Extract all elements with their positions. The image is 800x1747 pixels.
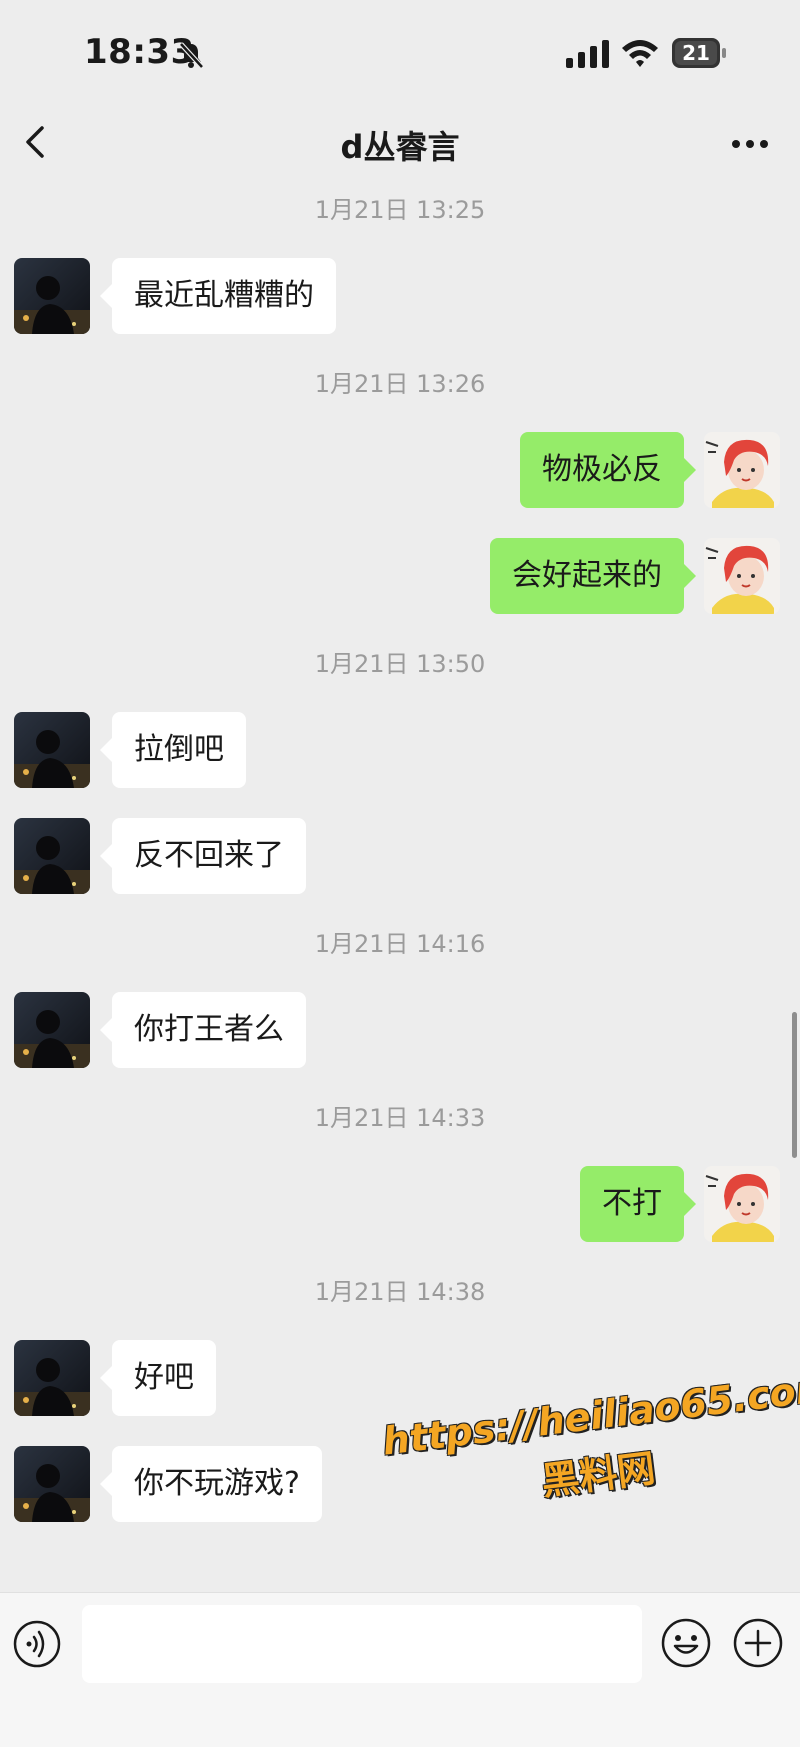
- battery-indicator: 21: [672, 38, 728, 68]
- battery-level: 21: [675, 41, 717, 65]
- incoming-message-bubble[interactable]: 你打王者么: [100, 992, 306, 1068]
- timestamp: 1月21日 14:33: [314, 1104, 486, 1132]
- my-avatar[interactable]: [704, 1166, 780, 1242]
- plus-icon[interactable]: [732, 1617, 784, 1669]
- cellular-signal-icon: [566, 40, 609, 68]
- chevron-left-icon[interactable]: [16, 118, 56, 166]
- timestamp: 1月21日 14:38: [314, 1278, 486, 1306]
- voice-icon[interactable]: [12, 1619, 62, 1669]
- outgoing-message-bubble[interactable]: 会好起来的: [490, 538, 696, 614]
- mute-bell-icon: [179, 42, 204, 69]
- incoming-message-bubble[interactable]: 拉倒吧: [100, 712, 246, 788]
- chat-title: d丛睿言: [340, 128, 460, 166]
- chat-scrollbar[interactable]: [792, 1012, 797, 1158]
- outgoing-message-bubble[interactable]: 物极必反: [520, 432, 696, 508]
- status-bar: 18:33 21: [0, 0, 800, 110]
- more-dots-icon[interactable]: [728, 126, 772, 162]
- timestamp: 1月21日 14:16: [314, 930, 486, 958]
- timestamp: 1月21日 13:26: [314, 370, 486, 398]
- watermark: https://heiliao65.com 黑料网: [380, 1365, 800, 1559]
- incoming-message-bubble[interactable]: 好吧: [100, 1340, 216, 1416]
- contact-avatar[interactable]: [14, 258, 90, 334]
- my-avatar[interactable]: [704, 538, 780, 614]
- contact-avatar[interactable]: [14, 1446, 90, 1522]
- incoming-message-bubble[interactable]: 反不回来了: [100, 818, 306, 894]
- outgoing-message-bubble[interactable]: 不打: [580, 1166, 696, 1242]
- message-input[interactable]: [82, 1605, 642, 1683]
- emoji-icon[interactable]: [660, 1617, 712, 1669]
- input-bar: [0, 1592, 800, 1747]
- incoming-message-bubble[interactable]: 最近乱糟糟的: [100, 258, 336, 334]
- chat-header: d丛睿言: [0, 104, 800, 180]
- contact-avatar[interactable]: [14, 992, 90, 1068]
- my-avatar[interactable]: [704, 432, 780, 508]
- incoming-message-bubble[interactable]: 你不玩游戏?: [100, 1446, 322, 1522]
- timestamp: 1月21日 13:25: [314, 196, 486, 224]
- contact-avatar[interactable]: [14, 818, 90, 894]
- contact-avatar[interactable]: [14, 1340, 90, 1416]
- timestamp: 1月21日 13:50: [314, 650, 486, 678]
- contact-avatar[interactable]: [14, 712, 90, 788]
- wifi-icon: [622, 40, 658, 67]
